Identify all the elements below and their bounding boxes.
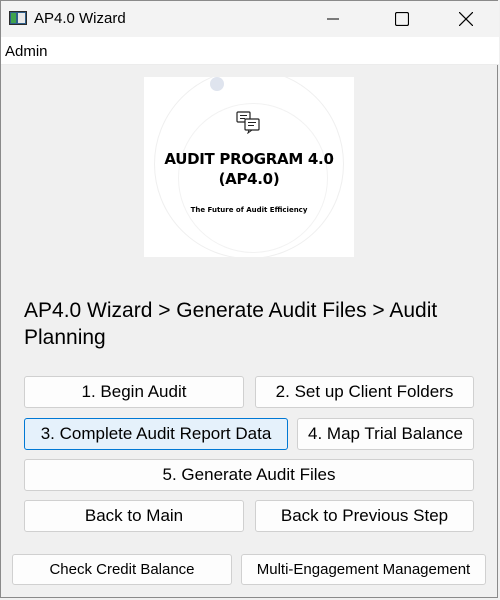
begin-audit-button[interactable]: 1. Begin Audit xyxy=(24,376,244,408)
title-bar[interactable]: AP4.0 Wizard xyxy=(1,1,499,37)
close-button[interactable] xyxy=(443,1,489,37)
complete-audit-report-data-button[interactable]: 3. Complete Audit Report Data xyxy=(24,418,288,450)
breadcrumb: AP4.0 Wizard > Generate Audit Files > Au… xyxy=(24,299,438,349)
logo-title-line1: AUDIT PROGRAM 4.0 xyxy=(164,150,334,168)
maximize-button[interactable] xyxy=(379,1,425,37)
chat-document-icon xyxy=(236,111,260,134)
logo-title-line2: (AP4.0) xyxy=(218,170,280,188)
maximize-icon xyxy=(395,12,409,26)
multi-engagement-management-button[interactable]: Multi-Engagement Management xyxy=(241,554,486,585)
generate-audit-files-button[interactable]: 5. Generate Audit Files xyxy=(24,459,474,491)
logo-tagline: The Future of Audit Efficiency xyxy=(190,206,308,214)
map-trial-balance-button[interactable]: 4. Map Trial Balance xyxy=(297,418,474,450)
menu-bar: Admin xyxy=(1,37,499,65)
menu-item-admin[interactable]: Admin xyxy=(5,43,48,60)
minimize-button[interactable] xyxy=(310,1,356,37)
minimize-icon xyxy=(327,18,339,20)
app-icon xyxy=(9,11,27,25)
back-to-previous-step-button[interactable]: Back to Previous Step xyxy=(255,500,474,532)
audit-program-logo: AUDIT PROGRAM 4.0 (AP4.0) The Future of … xyxy=(144,77,354,257)
setup-client-folders-button[interactable]: 2. Set up Client Folders xyxy=(255,376,474,408)
logo-dot xyxy=(210,77,224,91)
logo-title: AUDIT PROGRAM 4.0 (AP4.0) xyxy=(144,149,354,189)
app-window: AP4.0 Wizard Admin AUDIT PROGRAM 4.0 (AP… xyxy=(0,0,499,598)
close-icon xyxy=(459,12,473,26)
back-to-main-button[interactable]: Back to Main xyxy=(24,500,244,532)
check-credit-balance-button[interactable]: Check Credit Balance xyxy=(12,554,232,585)
window-title: AP4.0 Wizard xyxy=(34,10,126,27)
